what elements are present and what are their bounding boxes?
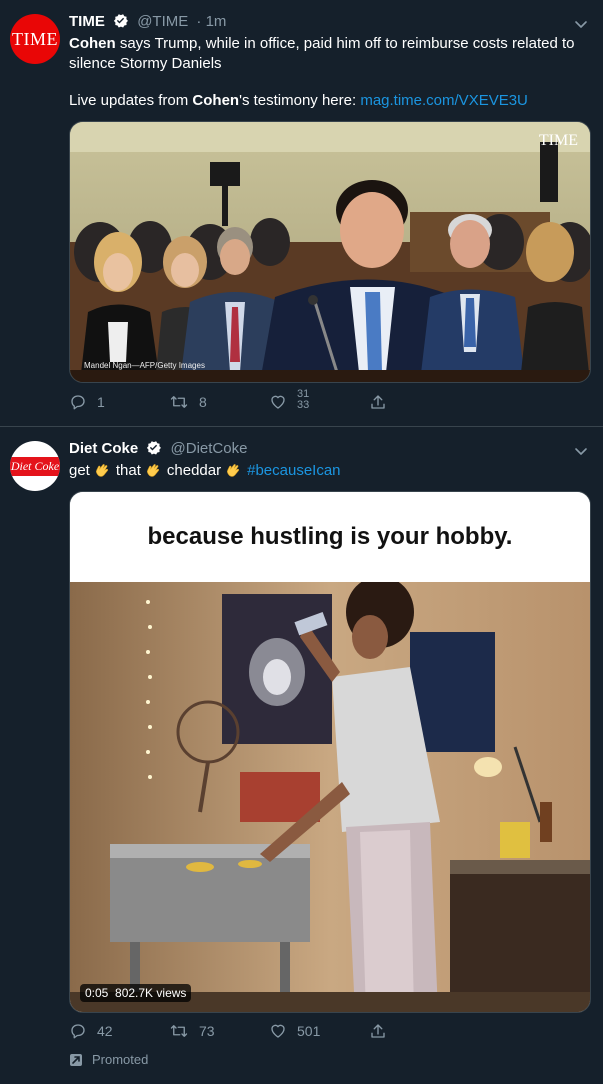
text-word: get [69,462,90,479]
tweet-header: Diet Coke @DietCoke [69,439,247,462]
promoted-icon [70,1053,82,1066]
avatar-dietcoke[interactable]: Diet Coke [10,441,60,491]
author-name[interactable]: Diet Coke [69,440,138,457]
hashtag-link[interactable]: #becauseIcan [247,461,340,481]
reply-icon [71,1024,85,1039]
like-button[interactable]: 31 33 [269,388,369,413]
author-handle[interactable]: @DietCoke [171,440,248,457]
video-banner: because hustling is your hobby. [70,492,590,582]
author-name[interactable]: TIME [69,13,105,30]
tweet-text: Cohen says Trump, while in office, paid … [69,34,579,74]
tweet-time[interactable]: TIME TIME @TIME · 1m Cohen says Trump, w… [0,0,603,427]
video-frame [70,582,590,1012]
retweet-icon [170,396,188,408]
tweet-actions: 1 8 31 33 [69,388,469,413]
retweet-button[interactable]: 73 [169,1022,269,1040]
retweet-count: 73 [199,1023,215,1039]
video-duration-badge: 0:05 802.7K views [80,984,192,1002]
tweet-link[interactable]: mag.time.com/VXEVE3U [360,92,528,109]
verified-badge-icon [112,12,129,35]
tweet-text: get that cheddar #becauseIcan [69,461,579,481]
reply-count: 42 [97,1023,113,1039]
share-button[interactable] [369,1022,469,1040]
clap-emoji-icon [95,464,108,477]
share-icon [371,1024,385,1038]
text-part: says Trump, while in office, paid him of… [69,35,575,72]
text-word: that [115,462,141,479]
video-time: 0:05 [85,986,109,1000]
video-views: 802.7K views [115,986,187,1000]
reply-button[interactable]: 1 [69,393,169,411]
avatar-time[interactable]: TIME [10,14,60,64]
tweet-video[interactable]: because hustling is your hobby. 0:05 802… [69,491,591,1013]
text-bold-cohen: Cohen [192,92,240,109]
like-icon [271,395,285,409]
promoted-text: Promoted [92,1052,149,1067]
share-button[interactable] [369,393,469,411]
reply-icon [71,395,85,410]
text-part: 's testimony here: [239,92,361,109]
share-icon [371,395,385,409]
like-count: 31 33 [297,388,310,411]
dietcoke-logo: Diet Coke [10,456,60,476]
like-icon [271,1024,285,1038]
video-banner-text: because hustling is your hobby. [147,523,513,550]
tweet-text-2: Live updates from Cohen's testimony here… [69,91,579,111]
retweet-count: 8 [199,394,207,410]
retweet-icon [170,1025,188,1037]
tweet-dietcoke[interactable]: Diet Coke Diet Coke @DietCoke get that c… [0,427,603,1084]
avatar-time-logo: TIME [12,28,58,49]
author-handle[interactable]: @TIME [137,13,188,30]
tweet-actions: 42 73 501 [69,1020,469,1042]
tweet-header: TIME @TIME · 1m [69,12,226,35]
reply-count: 1 [97,394,105,410]
clap-emoji-icon [227,464,240,477]
like-count: 501 [297,1023,321,1039]
tweet-timestamp[interactable]: · 1m [196,13,226,30]
text-part: Live updates from [69,92,193,109]
text-bold-cohen: Cohen [69,35,116,52]
photo-credit: Mandel Ngan—AFP/Getty Images [84,361,205,370]
verified-badge-icon [145,439,162,462]
reply-button[interactable]: 42 [69,1022,169,1040]
tweet-photo[interactable]: TIME Mandel Ngan—AFP/Getty Images [69,121,591,383]
like-button[interactable]: 501 [269,1022,369,1040]
retweet-button[interactable]: 8 [169,393,269,411]
hearing-photo [70,122,590,382]
clap-emoji-icon [146,464,159,477]
promoted-label[interactable]: Promoted [69,1052,148,1067]
time-watermark: TIME [538,132,578,149]
text-word: cheddar [166,462,222,479]
